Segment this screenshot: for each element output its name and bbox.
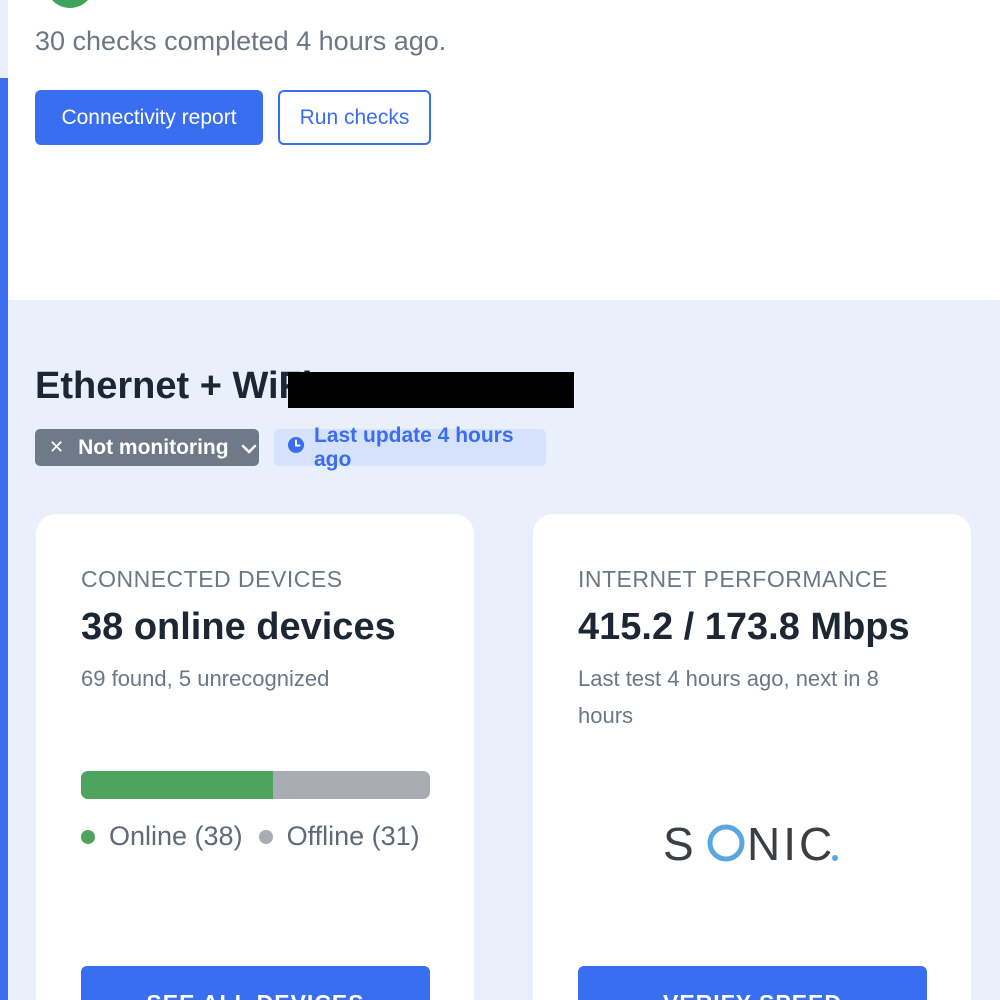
chevron-down-icon: [241, 436, 257, 460]
device-legend: Online (38) Offline (31): [81, 821, 436, 852]
svg-text:NIC: NIC: [747, 818, 835, 868]
speed-value: 415.2 / 173.8 Mbps: [578, 606, 910, 648]
monitoring-status-label: Not monitoring: [78, 435, 229, 459]
checks-summary: 30 checks completed 4 hours ago.: [35, 26, 447, 56]
clock-icon: [287, 436, 305, 460]
connected-devices-card: CONNECTED DEVICES 38 online devices 69 f…: [36, 514, 474, 1000]
last-update-badge: Last update 4 hours ago: [274, 424, 546, 471]
close-icon: ✕: [49, 437, 65, 457]
last-update-label: Last update 4 hours ago: [314, 423, 514, 471]
devices-subtitle: 69 found, 5 unrecognized: [81, 666, 330, 691]
redacted-network-name: [288, 372, 574, 408]
speed-subtitle: Last test 4 hours ago, next in 8 hours: [578, 666, 879, 728]
monitoring-status-dropdown[interactable]: ✕ Not monitoring: [35, 429, 259, 466]
online-bar-fill: [81, 771, 274, 799]
legend-online-label: Online (38): [109, 821, 243, 851]
status-check-icon: [46, 0, 94, 8]
diagnostics-section: 30 checks completed 4 hours ago. Connect…: [8, 0, 1000, 300]
sonic-logo: S NIC: [663, 818, 838, 868]
card-label: INTERNET PERFORMANCE: [578, 566, 888, 592]
offline-dot-icon: [258, 829, 273, 844]
left-nav-rail: [0, 0, 8, 1000]
run-checks-button[interactable]: Run checks: [278, 90, 431, 145]
device-status-bar: [81, 771, 430, 799]
online-dot-icon: [81, 829, 95, 844]
legend-offline: Offline (31): [258, 821, 420, 852]
network-title: Ethernet + WiFi: [35, 365, 313, 407]
verify-speed-button[interactable]: VERIFY SPEED: [578, 966, 927, 1000]
legend-offline-label: Offline (31): [286, 821, 420, 851]
legend-online: Online (38): [81, 821, 243, 852]
online-devices-count: 38 online devices: [81, 606, 396, 648]
svg-text:S: S: [663, 818, 697, 868]
card-label: CONNECTED DEVICES: [81, 566, 343, 592]
connectivity-report-button[interactable]: Connectivity report: [35, 90, 263, 145]
see-all-devices-button[interactable]: SEE ALL DEVICES: [81, 966, 430, 1000]
internet-performance-card: INTERNET PERFORMANCE 415.2 / 173.8 Mbps …: [533, 514, 971, 1000]
